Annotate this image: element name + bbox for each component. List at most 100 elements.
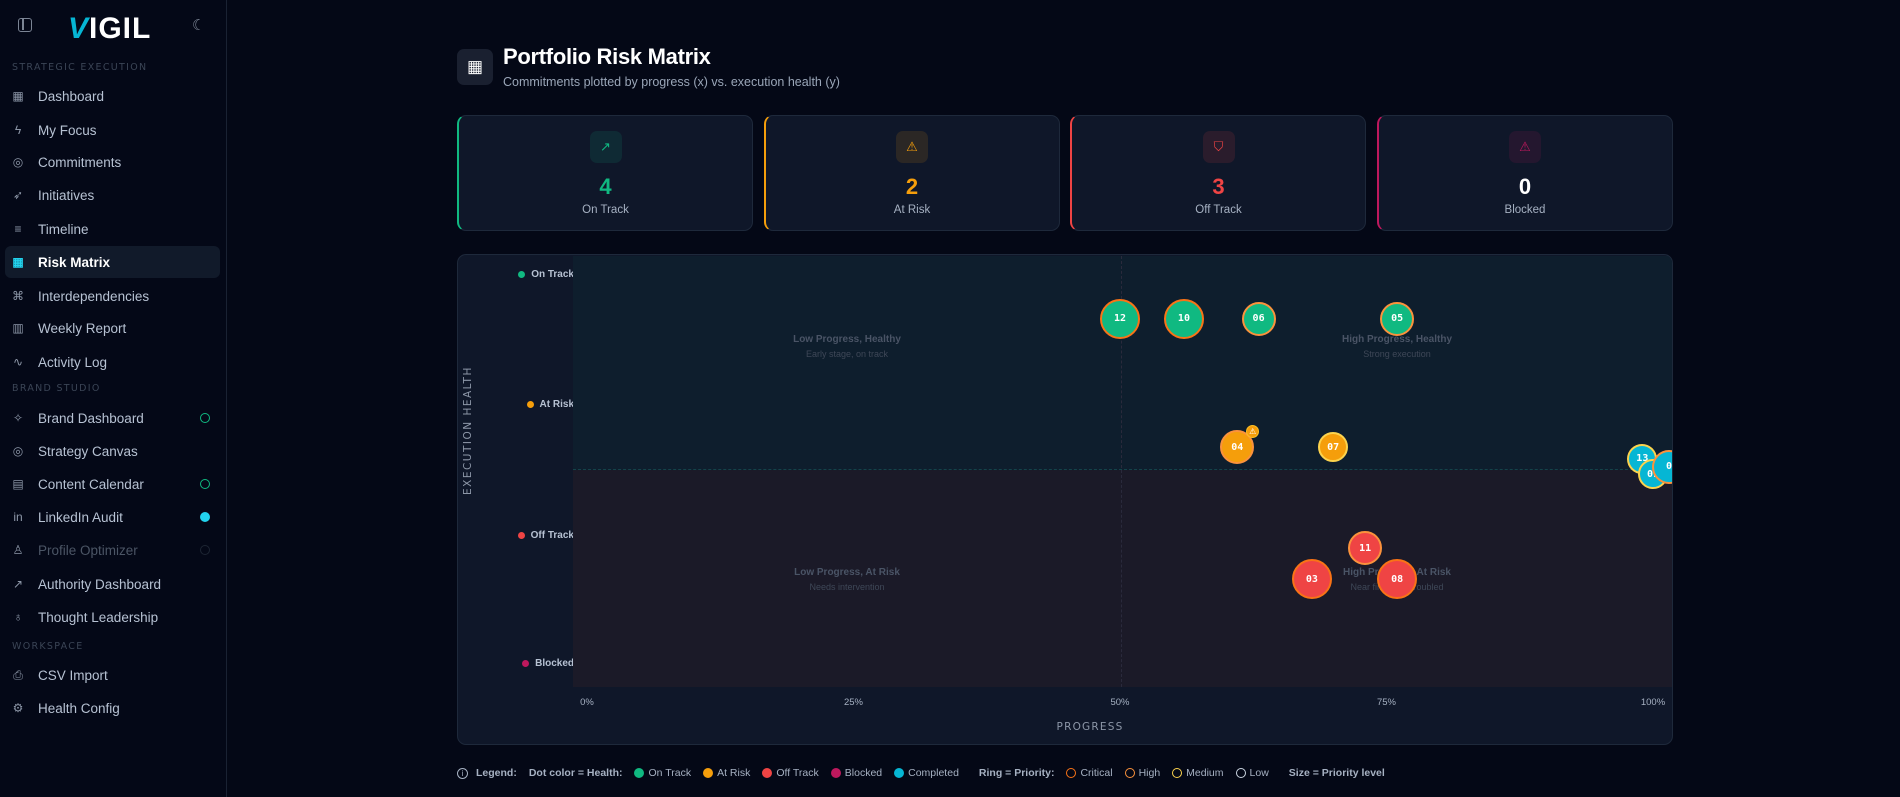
user-check-icon: ♙ — [12, 543, 24, 557]
x-tick-label: 0% — [580, 697, 594, 708]
sidebar-item-risk-matrix[interactable]: ▦ Risk Matrix — [5, 246, 220, 278]
file-import-icon: ⎙ — [13, 667, 23, 682]
legend-text: Completed — [908, 767, 959, 779]
legend-text: Low — [1249, 767, 1269, 779]
sidebar-item-weekly-report[interactable]: ▥ Weekly Report — [5, 312, 220, 344]
x-tick-label: 75% — [1376, 697, 1397, 708]
sidebar-item-authority-dashboard[interactable]: ↗ Authority Dashboard — [5, 568, 220, 600]
sidebar-item-interdependencies[interactable]: ⌘ Interdependencies — [5, 280, 220, 312]
timeline-icon: ≡ — [14, 222, 22, 236]
legend-text: Medium — [1186, 767, 1224, 779]
y-level-text: Off Track — [530, 529, 574, 541]
sidebar-item-label: Interdependencies — [38, 288, 150, 304]
target-icon: ◎ — [12, 155, 24, 169]
summary-card-off-track: ⛉ 3 Off Track — [1070, 115, 1366, 231]
risk-matrix-chart: EXECUTION HEALTH On Track At Risk Off Trac… — [457, 254, 1673, 745]
summary-label: Off Track — [1195, 204, 1242, 216]
section-header-0[interactable]: STRATEGIC EXECUTION — [12, 62, 212, 73]
summary-label: On Track — [582, 204, 629, 216]
sidebar-item-activity-log[interactable]: ∿ Activity Log — [5, 346, 220, 378]
commitment-dot[interactable]: 05 — [1380, 301, 1415, 336]
legend-priority-critical: Critical — [1066, 767, 1113, 779]
sidebar-item-label: Risk Matrix — [38, 254, 111, 270]
health-dot-icon — [762, 768, 773, 778]
bar-chart-icon: ▥ — [12, 321, 24, 335]
page-title: Portfolio Risk Matrix — [503, 44, 711, 69]
activity-icon: ∿ — [12, 355, 24, 369]
sidebar-item-commitments[interactable]: ◎ Commitments — [5, 146, 220, 178]
legend-ring-label: Ring = Priority: — [978, 767, 1055, 779]
quadrant-label-bottom-left: Low Progress, At Risk Needs intervention — [794, 567, 900, 592]
calendar-icon: ▤ — [12, 477, 24, 491]
legend-health-off-track: Off Track — [762, 767, 819, 779]
grid-icon: ▦ — [457, 49, 493, 85]
priority-ring-icon — [1172, 768, 1183, 778]
sidebar-item-label: Strategy Canvas — [38, 443, 138, 459]
status-active-icon — [200, 512, 210, 522]
y-level-label: On Track — [518, 269, 574, 280]
section-header-1[interactable]: BRAND STUDIO — [12, 383, 212, 394]
x-tick-label: 25% — [843, 697, 864, 708]
sidebar-item-label: Initiatives — [38, 187, 95, 203]
quadrant-label-top-right: High Progress, Healthy Strong execution — [1341, 334, 1453, 359]
summary-count: 3 — [1212, 174, 1225, 199]
moon-icon[interactable]: ☾ — [192, 16, 205, 34]
health-dot-icon — [894, 768, 905, 778]
legend-text: On Track — [648, 767, 692, 779]
sidebar-item-label: Brand Dashboard — [38, 410, 144, 426]
health-dot-icon — [830, 768, 841, 778]
legend-text: Critical — [1080, 767, 1113, 779]
sidebar-item-linkedin-audit[interactable]: in LinkedIn Audit — [5, 501, 220, 533]
legend: i Legend: Dot color = Health: On Track At Ri… — [457, 767, 1397, 779]
commitment-dot[interactable]: 12 — [1100, 298, 1140, 339]
sidebar-item-label: Dashboard — [38, 88, 105, 104]
legend-text: At Risk — [717, 767, 751, 779]
warning-icon: ⚠ — [1509, 131, 1541, 163]
sidebar-item-label: Health Config — [38, 700, 120, 716]
warning-icon: ⚠ — [896, 131, 928, 163]
sidebar-item-label: Authority Dashboard — [38, 576, 162, 592]
legend-title: Legend: — [476, 767, 517, 779]
health-dot-icon — [517, 531, 525, 539]
y-level-label: At Risk — [526, 399, 574, 411]
sidebar-item-thought-leadership[interactable]: ♁ Thought Leadership — [5, 601, 220, 633]
y-level-text: At Risk — [539, 399, 574, 411]
quadrant-label-top-left: Low Progress, Healthy Early stage, on tra… — [793, 334, 901, 359]
section-header-2[interactable]: WORKSPACE — [12, 641, 212, 652]
y-level-label: Blocked — [522, 658, 574, 669]
priority-ring-icon — [1124, 768, 1135, 778]
sidebar-item-content-calendar[interactable]: ▤ Content Calendar — [5, 468, 220, 500]
toggle-sidebar-icon[interactable] — [18, 18, 32, 32]
sidebar-item-csv-import[interactable]: ⎙ CSV Import — [5, 659, 220, 691]
layout-grid-icon: ▦ — [12, 89, 24, 103]
linkedin-icon: in — [13, 510, 23, 524]
logo: VIGIL — [68, 12, 152, 45]
target-icon: ◎ — [12, 444, 24, 458]
sidebar-item-strategy-canvas[interactable]: ◎ Strategy Canvas — [5, 435, 220, 467]
x-tick-label: 100% — [1640, 697, 1666, 708]
summary-count: 4 — [599, 174, 612, 199]
sidebar-item-label: LinkedIn Audit — [38, 509, 123, 525]
y-level-text: Blocked — [535, 658, 574, 669]
legend-text: Blocked — [844, 767, 883, 779]
trending-up-icon: ↗ — [589, 131, 622, 163]
y-axis-title: EXECUTION HEALTH — [462, 366, 474, 495]
page-subtitle: Commitments plotted by progress (x) vs. … — [503, 75, 840, 89]
sidebar-item-my-focus[interactable]: ϟ My Focus — [5, 114, 220, 146]
commitment-dot[interactable]: 06 — [1241, 301, 1276, 336]
award-icon: ♁ — [13, 610, 23, 624]
rocket-icon: ➶ — [12, 188, 24, 202]
sidebar-item-dashboard[interactable]: ▦ Dashboard — [5, 80, 220, 112]
legend-priority-high: High — [1124, 767, 1160, 779]
zap-icon: ϟ — [14, 123, 22, 137]
sidebar-item-timeline[interactable]: ≡ Timeline — [5, 213, 220, 245]
sidebar-item-initiatives[interactable]: ➶ Initiatives — [5, 179, 220, 211]
summary-card-at-risk: ⚠ 2 At Risk — [763, 115, 1060, 231]
plot-area: Low Progress, Healthy Early stage, on tra… — [573, 256, 1672, 687]
sidebar-item-brand-dashboard[interactable]: ✧ Brand Dashboard — [5, 402, 220, 434]
sidebar-item-health-config[interactable]: ⚙ Health Config — [5, 692, 220, 724]
legend-health-completed: Completed — [894, 767, 959, 779]
summary-count: 0 — [1518, 174, 1532, 199]
sidebar-item-profile-optimizer[interactable]: ♙ Profile Optimizer — [5, 534, 220, 566]
commitment-dot[interactable]: 10 — [1163, 298, 1204, 339]
